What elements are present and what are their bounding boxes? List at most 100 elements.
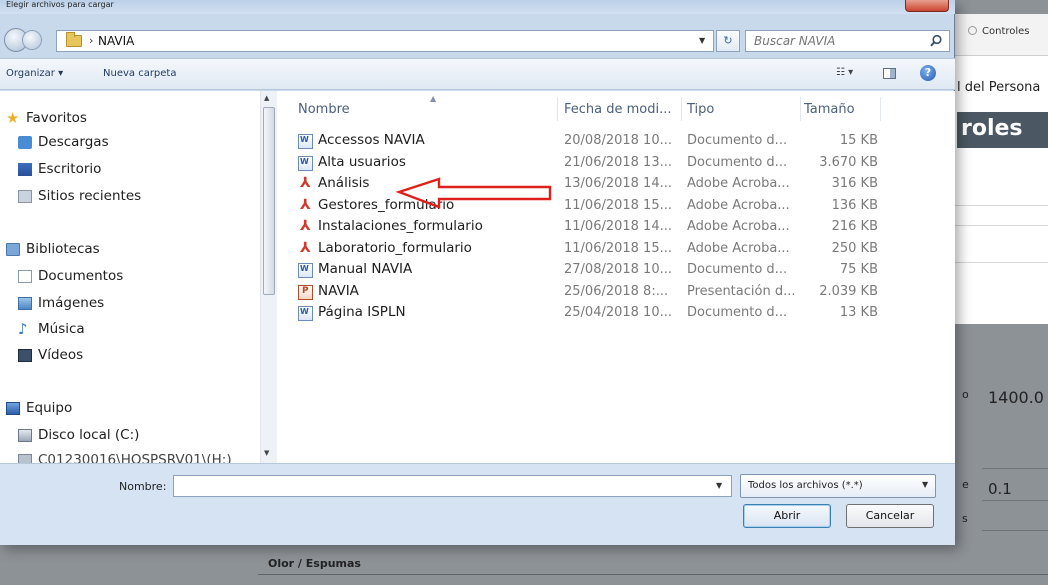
word-file-icon (298, 263, 313, 278)
breadcrumb[interactable]: NAVIA (98, 34, 134, 48)
file-date: 25/04/2018 10... (564, 305, 672, 320)
annotation-arrow (395, 177, 552, 209)
section-banner: roles (957, 112, 1048, 148)
music-icon: ♪ (18, 320, 28, 338)
dialog-titlebar[interactable]: Elegir archivos para cargar (0, 0, 955, 14)
file-date: 13/06/2018 14... (564, 176, 672, 191)
file-size: 3.670 KB (819, 154, 878, 170)
star-icon: ★ (6, 109, 20, 127)
nav-item-label: Favoritos (26, 110, 87, 126)
word-file-icon (298, 306, 313, 321)
divider (258, 574, 1048, 575)
search-icon[interactable] (929, 34, 943, 48)
documents-icon (18, 270, 32, 283)
file-size: 15 KB (839, 133, 878, 148)
file-list: ▲ Nombre Fecha de modi... Tipo Tamaño Ac… (277, 91, 955, 463)
file-type: Adobe Acroba... (687, 219, 790, 234)
file-date: 27/08/2018 10... (564, 262, 672, 277)
nav-item-label: Descargas (38, 134, 109, 150)
refresh-button[interactable]: ↻ (716, 30, 740, 52)
field-underline (982, 468, 1048, 469)
column-header-date[interactable]: Fecha de modi... (564, 102, 672, 117)
file-type: Presentación d... (687, 283, 796, 299)
organize-menu[interactable]: Organizar ▾ (6, 68, 63, 79)
navigation-pane: ★ Favoritos Descargas Escritorio Sitios … (0, 91, 275, 463)
column-divider[interactable] (681, 97, 682, 121)
chevron-down-icon: ▼ (922, 480, 929, 489)
chevron-down-icon[interactable]: ▼ (716, 481, 722, 490)
file-name: Laboratorio_formulario (318, 239, 472, 256)
column-divider[interactable] (557, 97, 558, 121)
file-row[interactable]: Alta usuarios 21/06/2018 13... Documento d… (277, 153, 955, 174)
powerpoint-file-icon (298, 284, 313, 300)
computer-icon (6, 402, 20, 415)
libraries-icon (6, 243, 20, 256)
breadcrumb-chevron-icon[interactable]: › (89, 34, 93, 47)
address-bar[interactable]: › NAVIA ▼ (56, 30, 714, 52)
nav-item-label: Sitios recientes (38, 188, 142, 204)
file-type-select[interactable]: Todos los archivos (*.*) ▼ (740, 474, 936, 498)
change-view-button[interactable]: ☷ ▾ (836, 67, 853, 78)
close-button[interactable] (905, 0, 949, 12)
cancel-button[interactable]: Cancelar (846, 504, 934, 528)
pdf-file-icon (298, 218, 313, 235)
divider (955, 205, 1048, 206)
recent-places-icon (18, 190, 32, 203)
nav-item-label: Disco local (C:) (38, 427, 140, 443)
file-row[interactable]: Página ISPLN 25/04/2018 10... Documento d.… (277, 303, 955, 324)
filename-input[interactable] (173, 475, 732, 497)
file-row[interactable]: Laboratorio_formulario 11/06/2018 15... Ad… (277, 239, 955, 260)
file-name: Manual NAVIA (318, 261, 413, 277)
file-date: 11/06/2018 15... (564, 197, 672, 213)
section-label: Olor / Espumas (268, 557, 361, 570)
dialog-footer: Nombre: ▼ Todos los archivos (*.*) ▼ Abr… (0, 463, 955, 545)
column-header-name[interactable]: Nombre (298, 102, 350, 117)
file-name: Accessos NAVIA (318, 132, 425, 148)
pdf-file-icon (298, 175, 313, 192)
file-size: 216 KB (831, 219, 878, 234)
browser-tab-label: Controles (982, 26, 1030, 37)
scroll-up-icon[interactable]: ▲ (264, 94, 269, 102)
field-label-fragment: s (962, 512, 968, 525)
nav-item-label: C01230016\HOSPSRV01\(H:) (38, 452, 232, 463)
forward-button[interactable] (22, 30, 42, 50)
file-open-dialog: Elegir archivos para cargar › NAVIA ▼ ↻ … (0, 0, 955, 545)
file-date: 21/06/2018 13... (564, 154, 672, 170)
scroll-down-icon[interactable]: ▼ (264, 449, 269, 457)
column-header-size[interactable]: Tamaño (804, 102, 855, 117)
column-divider[interactable] (800, 97, 801, 121)
nav-item-label: Vídeos (38, 347, 84, 363)
file-row[interactable]: Accessos NAVIA 20/08/2018 10... Documento … (277, 131, 955, 152)
file-name: Análisis (318, 175, 370, 191)
file-row[interactable]: Instalaciones_formulario 11/06/2018 14...… (277, 217, 955, 238)
browser-tab[interactable]: Controles (968, 26, 1030, 37)
navigation-scrollbar[interactable]: ▲ ▼ (260, 91, 277, 463)
page-heading: l del Persona (957, 80, 1041, 95)
search-input[interactable] (754, 33, 919, 49)
file-name: Página ISPLN (318, 304, 406, 320)
background-overlay (955, 324, 1048, 585)
word-file-icon (298, 134, 313, 149)
preview-pane-button[interactable] (883, 68, 896, 79)
field-value: 0.1 (988, 480, 1012, 498)
file-row[interactable]: Gestores_formulario11/06/2018 15...Adobe… (277, 196, 955, 217)
divider (955, 262, 1048, 263)
file-type: Documento d... (687, 305, 788, 320)
chevron-down-icon[interactable]: ▼ (699, 36, 705, 45)
column-divider[interactable] (880, 97, 881, 121)
file-row[interactable]: Análisis 13/06/2018 14... Adobe Acroba... 3… (277, 174, 955, 195)
new-folder-button[interactable]: Nueva carpeta (103, 68, 176, 79)
scrollbar-thumb[interactable] (263, 107, 275, 295)
file-type: Adobe Acroba... (687, 197, 790, 213)
help-icon[interactable]: ? (920, 65, 936, 81)
file-row[interactable]: Manual NAVIA 27/08/2018 10... Documento d.… (277, 260, 955, 281)
file-row[interactable]: NAVIA 25/06/2018 8:... Presentación d... 2.… (277, 282, 955, 303)
search-box[interactable] (745, 30, 950, 52)
field-underline (982, 500, 1048, 501)
videos-icon (18, 349, 32, 362)
nav-item-label: Equipo (26, 400, 73, 416)
column-header-type[interactable]: Tipo (687, 102, 714, 117)
file-date: 20/08/2018 10... (564, 133, 672, 148)
desktop-icon (18, 163, 32, 176)
open-button[interactable]: Abrir (743, 504, 831, 528)
